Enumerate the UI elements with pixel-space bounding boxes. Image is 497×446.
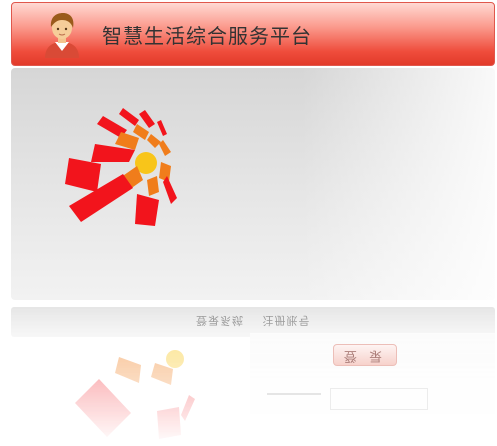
mirrored-links: 登录系统 注册账号 xyxy=(196,313,325,329)
reflection: 登录系统 注册账号 xyxy=(0,303,497,446)
mirrored-field xyxy=(330,388,428,410)
mirrored-link-register: 注册账号 xyxy=(262,314,311,327)
app-title: 智慧生活综合服务平台 xyxy=(102,24,312,48)
login-window: 智慧生活综合服务平台 登录系统 注册账号 登 录 xyxy=(0,0,497,446)
mirrored-login-button: 登 录 xyxy=(333,344,397,366)
reflected-logo-icon xyxy=(75,350,195,439)
mirrored-field-label xyxy=(267,393,321,395)
sunburst-logo-icon xyxy=(65,108,177,226)
mirrored-login-button-label: 登 录 xyxy=(343,348,387,363)
header-bar: 智慧生活综合服务平台 xyxy=(11,2,495,66)
mirrored-link-login: 登录系统 xyxy=(196,314,244,327)
main-panel xyxy=(11,68,495,300)
user-avatar-icon xyxy=(45,13,79,58)
